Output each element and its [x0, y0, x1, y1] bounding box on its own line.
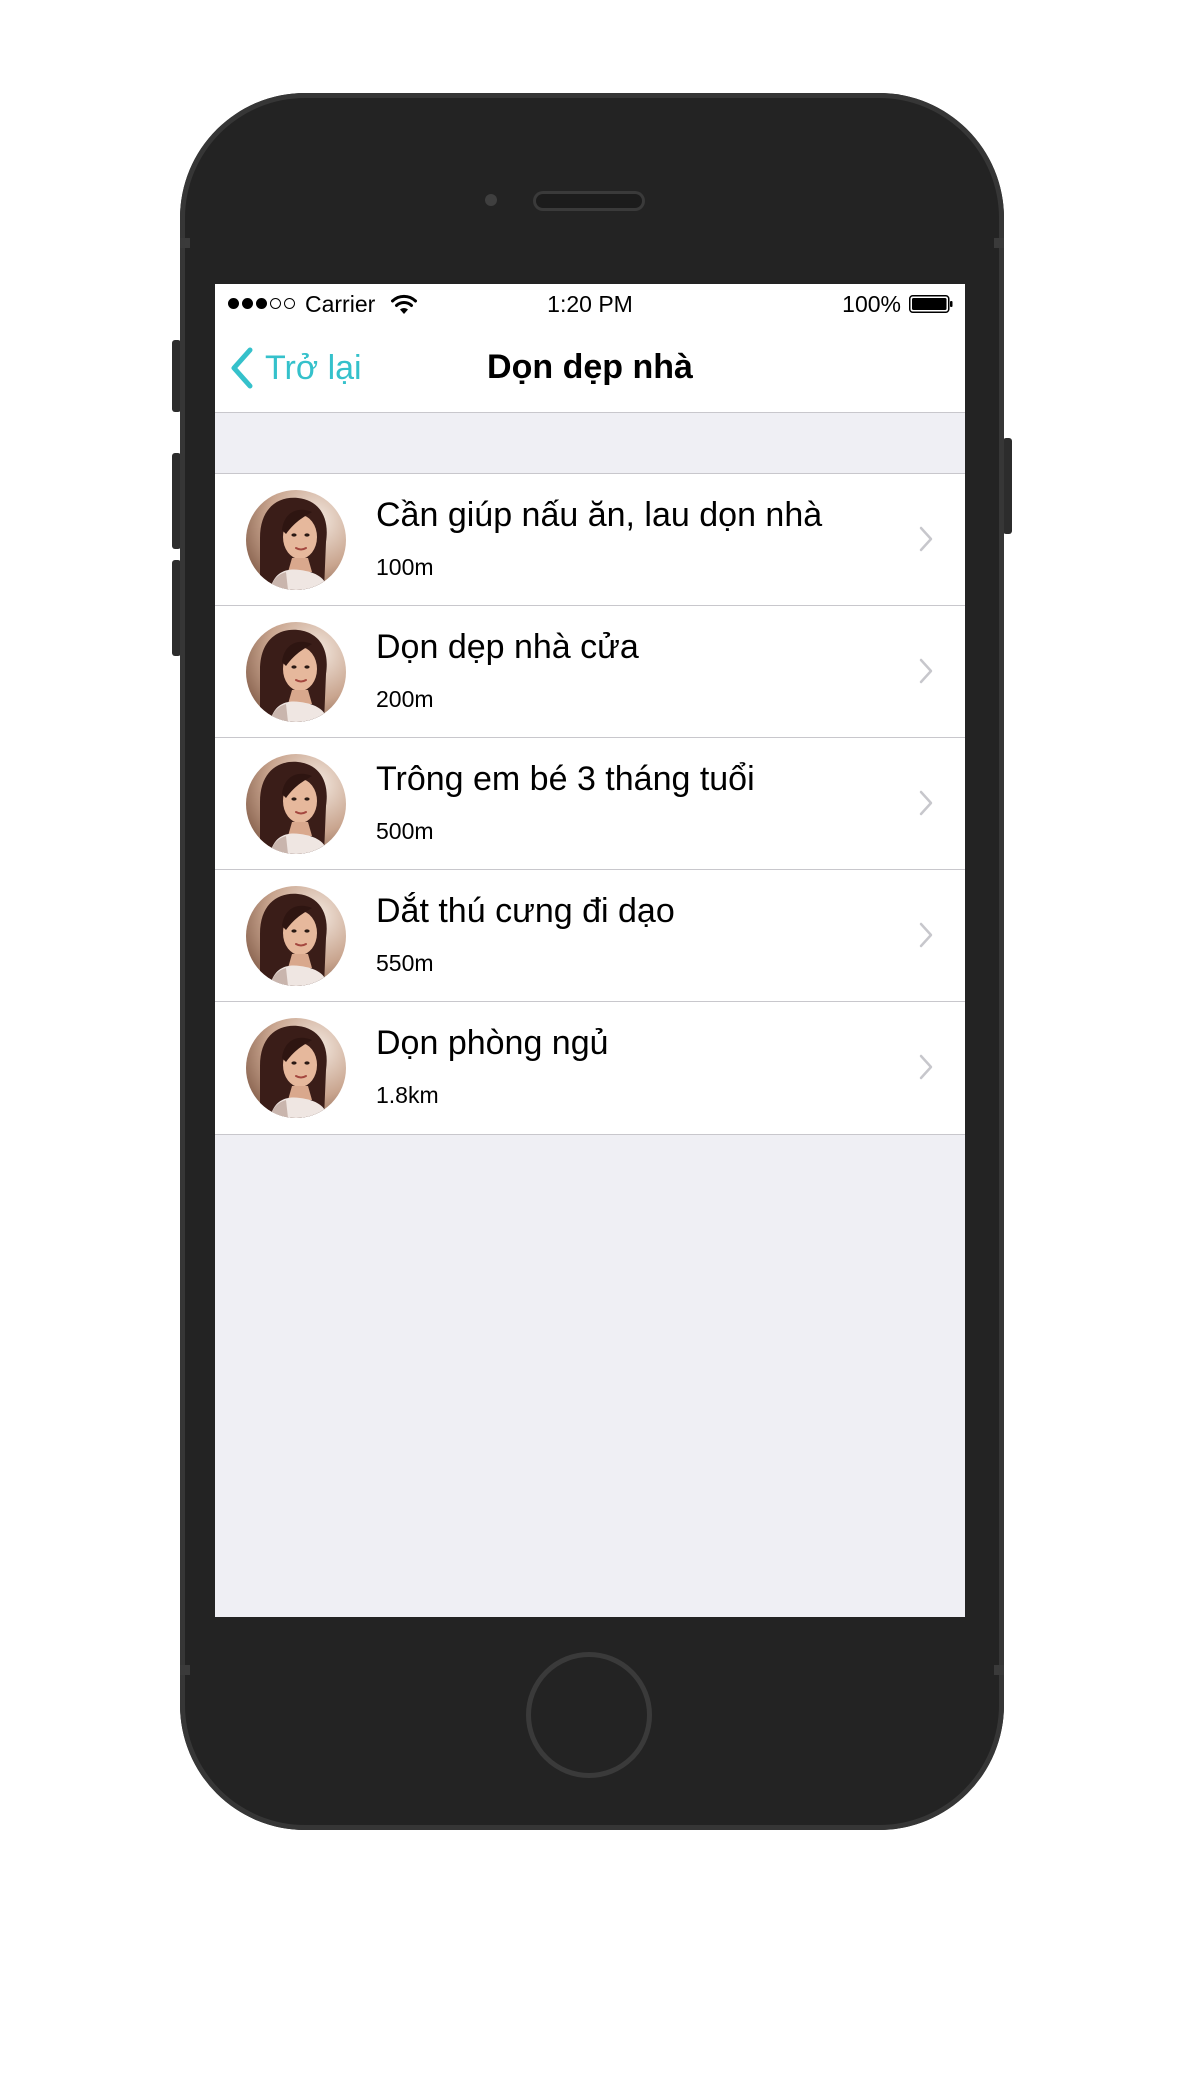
- avatar: [246, 886, 346, 986]
- list-item-title: Cần giúp nấu ăn, lau dọn nhà: [376, 496, 823, 534]
- avatar-photo-icon: [246, 754, 346, 854]
- job-list: Cần giúp nấu ăn, lau dọn nhà 100m Dọn dẹ…: [215, 473, 965, 1135]
- list-item-distance: 500m: [376, 818, 434, 844]
- antenna-band: [180, 1665, 190, 1675]
- list-item[interactable]: Dắt thú cưng đi dạo 550m: [215, 870, 965, 1002]
- front-camera: [485, 194, 497, 206]
- list-item[interactable]: Dọn dẹp nhà cửa 200m: [215, 606, 965, 738]
- antenna-band: [994, 1665, 1004, 1675]
- avatar-photo-icon: [246, 622, 346, 722]
- page-title: Dọn dẹp nhà: [487, 348, 693, 386]
- app-screen: Carrier 1:20 PM 100% Trở lại Dọn dẹp nhà…: [215, 284, 965, 1617]
- list-item-distance: 200m: [376, 686, 434, 712]
- chevron-right-icon: [919, 1054, 933, 1080]
- list-item-title: Dọn dẹp nhà cửa: [376, 628, 639, 666]
- list-item-title: Dọn phòng ngủ: [376, 1024, 609, 1062]
- list-item[interactable]: Dọn phòng ngủ 1.8km: [215, 1002, 965, 1134]
- list-item-distance: 1.8km: [376, 1082, 439, 1108]
- avatar: [246, 754, 346, 854]
- list-item-distance: 100m: [376, 554, 434, 580]
- antenna-band: [180, 238, 190, 248]
- power-button: [1003, 438, 1012, 534]
- chevron-right-icon: [919, 790, 933, 816]
- avatar: [246, 490, 346, 590]
- antenna-band: [994, 238, 1004, 248]
- avatar-photo-icon: [246, 490, 346, 590]
- chevron-right-icon: [919, 658, 933, 684]
- home-button[interactable]: [526, 1652, 652, 1778]
- list-item[interactable]: Cần giúp nấu ăn, lau dọn nhà 100m: [215, 474, 965, 606]
- chevron-right-icon: [919, 526, 933, 552]
- list-item-title: Trông em bé 3 tháng tuổi: [376, 760, 755, 798]
- earpiece-speaker: [536, 194, 642, 208]
- list-item-title: Dắt thú cưng đi dạo: [376, 892, 675, 930]
- status-bar: Carrier 1:20 PM 100%: [215, 284, 965, 324]
- navigation-bar: Trở lại Dọn dẹp nhà: [215, 324, 965, 413]
- chevron-right-icon: [919, 922, 933, 948]
- battery-icon: [909, 295, 953, 313]
- device-frame-stage: Carrier 1:20 PM 100% Trở lại Dọn dẹp nhà…: [0, 0, 1181, 2093]
- avatar-photo-icon: [246, 1018, 346, 1118]
- avatar: [246, 1018, 346, 1118]
- battery-percentage: 100%: [842, 291, 901, 317]
- avatar: [246, 622, 346, 722]
- list-item-distance: 550m: [376, 950, 434, 976]
- avatar-photo-icon: [246, 886, 346, 986]
- list-item[interactable]: Trông em bé 3 tháng tuổi 500m: [215, 738, 965, 870]
